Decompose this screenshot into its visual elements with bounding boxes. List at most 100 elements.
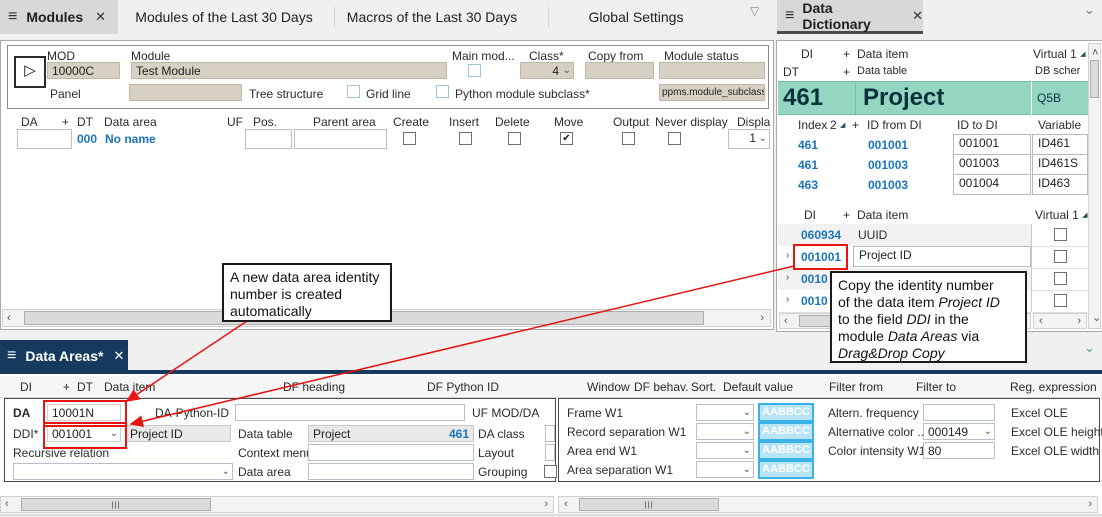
id-from-cell[interactable]: 001003 bbox=[868, 178, 908, 192]
scroll-left-icon[interactable]: ‹ bbox=[7, 312, 11, 324]
da-python-id-field[interactable] bbox=[235, 404, 465, 421]
tab-data-areas[interactable]: ≡ Data Areas* ✕ bbox=[0, 340, 128, 372]
data-area-field[interactable] bbox=[308, 463, 474, 480]
virtual-checkbox[interactable] bbox=[1054, 294, 1067, 307]
scroll-right-icon[interactable]: › bbox=[544, 498, 548, 510]
index-cell[interactable]: 463 bbox=[798, 178, 818, 192]
variable-cell[interactable]: ID463 bbox=[1032, 174, 1088, 195]
id-to-cell[interactable]: 001004 bbox=[953, 174, 1031, 195]
mod-field[interactable]: 10000C bbox=[47, 62, 120, 79]
layout-field[interactable] bbox=[545, 444, 555, 461]
tab-modules-last-30-days[interactable]: Modules of the Last 30 Days bbox=[128, 0, 320, 34]
module-status-field[interactable] bbox=[659, 62, 765, 79]
item-name[interactable]: UUID bbox=[858, 228, 887, 242]
menu-icon[interactable]: ≡ bbox=[785, 7, 794, 25]
virtual-col-scrollbar[interactable]: ‹ › bbox=[1033, 313, 1087, 329]
scroll-thumb[interactable]: ||| bbox=[579, 498, 719, 511]
sort-plus[interactable]: + bbox=[852, 118, 859, 132]
da-id-field[interactable] bbox=[17, 129, 72, 149]
scroll-thumb[interactable]: ||| bbox=[21, 498, 211, 511]
sort-plus[interactable]: + bbox=[843, 47, 850, 61]
area-end-w1-color[interactable]: AABBCC bbox=[758, 441, 814, 460]
panel-field[interactable] bbox=[129, 84, 242, 101]
id-to-cell[interactable]: 001001 bbox=[953, 134, 1031, 155]
scroll-left-icon[interactable]: ‹ bbox=[5, 498, 9, 510]
color-intensity-w1-field[interactable]: 80 bbox=[923, 442, 995, 459]
row-data-area-value[interactable]: No name bbox=[105, 132, 156, 146]
output-checkbox[interactable] bbox=[622, 132, 635, 145]
da-left-hscrollbar[interactable]: ‹ ||| › bbox=[0, 496, 554, 513]
tab-modules[interactable]: ≡ Modules ✕ bbox=[0, 0, 118, 34]
area-separation-w1-color[interactable]: AABBCC bbox=[758, 460, 814, 479]
chevron-down-icon[interactable]: ⌄ bbox=[1084, 2, 1095, 18]
parent-area-field[interactable] bbox=[294, 129, 387, 149]
sort-plus[interactable]: + bbox=[62, 115, 69, 129]
close-icon[interactable]: ✕ bbox=[95, 9, 106, 25]
scroll-right-icon[interactable]: › bbox=[1077, 315, 1081, 327]
collapse-icon[interactable]: ▽ bbox=[750, 4, 759, 18]
expand-icon[interactable]: › bbox=[786, 294, 789, 305]
record-separation-w1-select[interactable]: ⌄ bbox=[696, 423, 754, 440]
expand-icon[interactable]: › bbox=[786, 272, 789, 283]
class-select[interactable]: 4 ⌄ bbox=[520, 62, 574, 79]
close-icon[interactable]: ✕ bbox=[113, 348, 124, 364]
tab-data-dictionary[interactable]: ≡ Data Dictionary ✕ bbox=[777, 0, 923, 34]
row-dt-value[interactable]: 000 bbox=[77, 132, 97, 146]
python-subclass-path-field[interactable]: ppms.module_subclasses.base_clas bbox=[659, 84, 765, 101]
da-right-hscrollbar[interactable]: ‹ ||| › bbox=[558, 496, 1098, 513]
alternative-color-select[interactable]: 000149 ⌄ bbox=[923, 423, 995, 440]
item-di[interactable]: 0010 bbox=[801, 294, 828, 308]
pos-field[interactable] bbox=[245, 129, 292, 149]
scroll-left-icon[interactable]: ‹ bbox=[1039, 315, 1043, 327]
move-checkbox[interactable]: ✔ bbox=[560, 132, 573, 145]
scroll-right-icon[interactable]: › bbox=[1088, 498, 1092, 510]
dd-vscrollbar[interactable]: ˄ ⌄ bbox=[1088, 43, 1101, 329]
grouping-checkbox[interactable] bbox=[544, 465, 557, 478]
recursive-relation-select[interactable]: ⌄ bbox=[13, 463, 233, 480]
item-di[interactable]: 0010 bbox=[801, 272, 828, 286]
main-mod-checkbox[interactable] bbox=[468, 64, 481, 77]
frame-w1-select[interactable]: ⌄ bbox=[696, 404, 754, 421]
selected-table-scheme-cell[interactable]: Q5B bbox=[1032, 81, 1088, 115]
area-separation-w1-select[interactable]: ⌄ bbox=[696, 461, 754, 478]
sort-plus[interactable]: + bbox=[63, 380, 70, 394]
selected-table-row[interactable]: 461 Project bbox=[778, 81, 1031, 115]
item-name-cell[interactable]: Project ID bbox=[853, 246, 1031, 267]
virtual-checkbox[interactable] bbox=[1054, 228, 1067, 241]
altern-frequency-field[interactable] bbox=[923, 404, 995, 421]
module-field[interactable]: Test Module bbox=[131, 62, 447, 79]
copy-from-field[interactable] bbox=[585, 62, 654, 79]
record-separation-w1-color[interactable]: AABBCC bbox=[758, 422, 814, 441]
item-di[interactable]: 060934 bbox=[801, 228, 841, 242]
variable-cell[interactable]: ID461S bbox=[1032, 154, 1088, 175]
insert-checkbox[interactable] bbox=[459, 132, 472, 145]
scroll-thumb[interactable] bbox=[1090, 60, 1099, 98]
index-cell[interactable]: 461 bbox=[798, 138, 818, 152]
area-end-w1-select[interactable]: ⌄ bbox=[696, 442, 754, 459]
grid-line-checkbox[interactable] bbox=[347, 85, 360, 98]
index-cell[interactable]: 461 bbox=[798, 158, 818, 172]
sort-plus[interactable]: + bbox=[843, 65, 850, 79]
close-icon[interactable]: ✕ bbox=[912, 8, 923, 24]
scroll-left-icon[interactable]: ‹ bbox=[564, 498, 568, 510]
create-checkbox[interactable] bbox=[403, 132, 416, 145]
display-select[interactable]: 1 ⌄ bbox=[728, 129, 770, 149]
never-display-checkbox[interactable] bbox=[668, 132, 681, 145]
virtual-checkbox[interactable] bbox=[1054, 250, 1067, 263]
python-subclass-checkbox[interactable] bbox=[436, 85, 449, 98]
variable-cell[interactable]: ID461 bbox=[1032, 134, 1088, 155]
tab-global-settings[interactable]: Global Settings bbox=[562, 0, 710, 34]
menu-icon[interactable]: ≡ bbox=[8, 8, 17, 26]
expand-icon[interactable]: › bbox=[786, 250, 789, 261]
id-from-cell[interactable]: 001001 bbox=[868, 138, 908, 152]
id-to-cell[interactable]: 001003 bbox=[953, 154, 1031, 175]
sort-plus[interactable]: + bbox=[843, 208, 850, 222]
id-from-cell[interactable]: 001003 bbox=[868, 158, 908, 172]
scroll-up-icon[interactable]: ˄ bbox=[1092, 47, 1098, 59]
delete-checkbox[interactable] bbox=[508, 132, 521, 145]
tab-macros-last-30-days[interactable]: Macros of the Last 30 Days bbox=[346, 0, 518, 34]
chevron-down-icon[interactable]: ⌄ bbox=[1084, 340, 1095, 356]
scroll-left-icon[interactable]: ‹ bbox=[784, 315, 788, 327]
scroll-right-icon[interactable]: › bbox=[760, 312, 764, 324]
index-sort[interactable]: 2 ◢ bbox=[830, 118, 845, 132]
